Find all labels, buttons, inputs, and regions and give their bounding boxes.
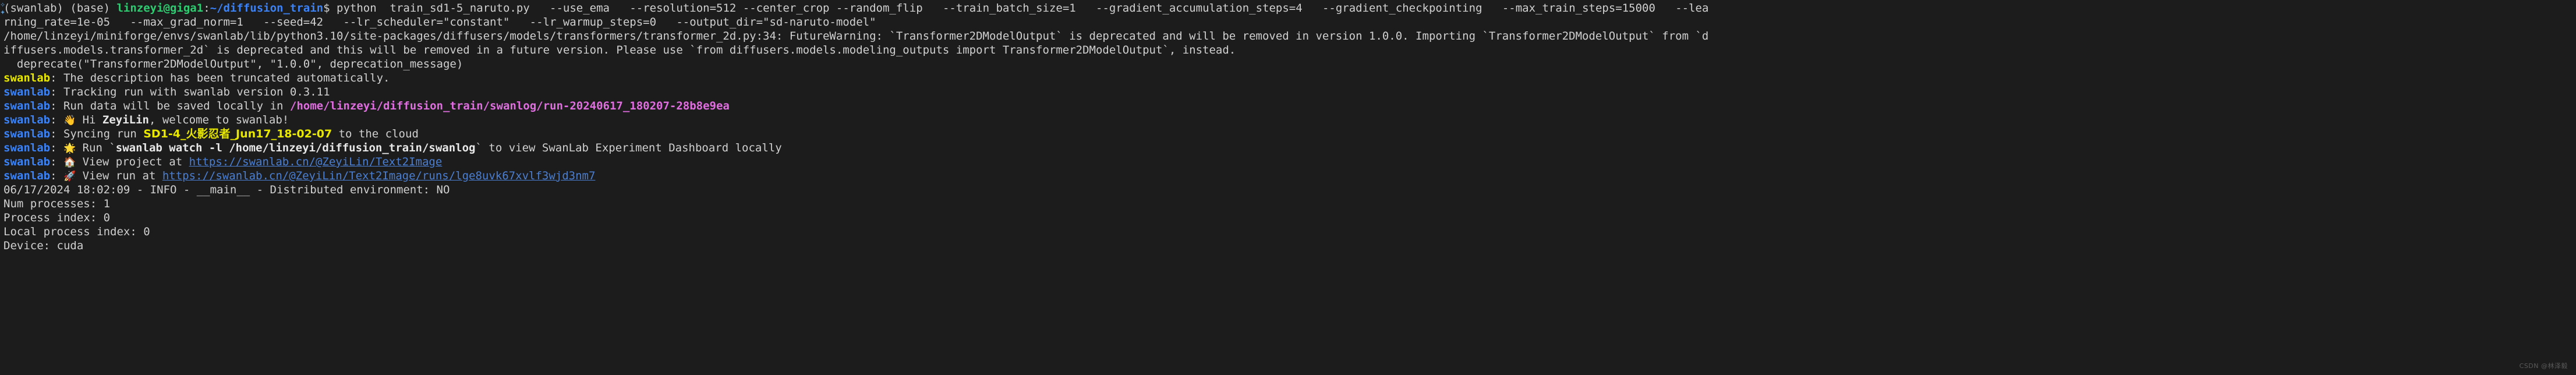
run-url-link[interactable]: https://swanlab.cn/@ZeyiLin/Text2Image/r… bbox=[162, 169, 596, 182]
house-icon: 🏠 bbox=[63, 157, 76, 168]
swanlab-tag: swanlab bbox=[3, 114, 51, 126]
swanlab-tag: swanlab bbox=[3, 141, 51, 154]
num-processes-text: Num processes: 1 bbox=[3, 197, 111, 210]
watermark: CSDN @林泽毅 bbox=[2519, 362, 2568, 370]
terminal-line-swanlab-greeting: swanlab: 👋 Hi ZeyiLin, welcome to swanla… bbox=[3, 114, 289, 126]
swanlab-tag-warning: swanlab bbox=[3, 72, 51, 84]
terminal-line-num-processes: Num processes: 1 bbox=[0, 197, 2576, 211]
terminal-line-warning-continuation: iffusers.models.transformer_2d` is depre… bbox=[0, 43, 2576, 57]
swanlab-tag: swanlab bbox=[3, 86, 51, 98]
terminal-line-swanlab-version: swanlab: Tracking run with swanlab versi… bbox=[0, 85, 2576, 99]
future-warning-text: /home/linzeyi/miniforge/envs/swanlab/lib… bbox=[3, 30, 1709, 43]
warning-continuation-text: iffusers.models.transformer_2d` is depre… bbox=[3, 44, 1236, 56]
terminal-line-local-process-index: Local process index: 0 bbox=[0, 225, 2576, 239]
swanlab-truncated-text: : The description has been truncated aut… bbox=[50, 72, 390, 84]
terminal-line-command-continuation: rning_rate=1e-05 --max_grad_norm=1 --see… bbox=[0, 15, 2576, 29]
star-icon: 🌟 bbox=[63, 143, 76, 154]
conda-env-base: (base) bbox=[70, 2, 117, 15]
prompt-working-directory: ~/diffusion_train bbox=[210, 2, 324, 15]
syncing-suffix: to the cloud bbox=[332, 128, 419, 140]
deprecate-call-text: deprecate("Transformer2DModelOutput", "1… bbox=[3, 58, 463, 70]
terminal-line-swanlab-syncing: swanlab: Syncing run SD1-4_火影忍者_Jun17_18… bbox=[0, 127, 2576, 141]
process-index-text: Process index: 0 bbox=[3, 211, 111, 224]
swanlab-version-text: : Tracking run with swanlab version 0.3.… bbox=[50, 86, 330, 98]
terminal-line-deprecate-call: deprecate("Transformer2DModelOutput", "1… bbox=[0, 57, 2576, 71]
swanlab-local-path-prefix: : Run data will be saved locally in bbox=[50, 100, 290, 112]
terminal-line-swanlab-watch-hint: swanlab: 🌟 Run `swanlab watch -l /home/l… bbox=[3, 141, 782, 154]
device-text: Device: cuda bbox=[3, 239, 84, 252]
terminal-line-view-project: swanlab: 🏠 View project at https://swanl… bbox=[3, 155, 443, 168]
distributed-env-text: 06/17/2024 18:02:09 - INFO - __main__ - … bbox=[3, 183, 450, 196]
syncing-prefix: : Syncing run bbox=[50, 128, 144, 140]
terminal-line-swanlab-truncated: swanlab: The description has been trunca… bbox=[0, 71, 2576, 85]
prompt-dollar-sign: $ bbox=[323, 2, 337, 15]
prompt-colon: : bbox=[203, 2, 210, 15]
view-project-prefix: View project at bbox=[76, 155, 189, 168]
terminal-line-future-warning: /home/linzeyi/miniforge/envs/swanlab/lib… bbox=[0, 29, 2576, 43]
watch-hint-prefix: Run ` bbox=[76, 141, 116, 154]
swanlab-tag: swanlab bbox=[3, 169, 51, 182]
terminal-line-process-index: Process index: 0 bbox=[0, 211, 2576, 225]
swanlab-local-log-path: /home/linzeyi/diffusion_train/swanlog/ru… bbox=[289, 100, 730, 112]
terminal-line-swanlab-local-path: swanlab: Run data will be saved locally … bbox=[0, 99, 2576, 113]
greeting-suffix: , welcome to swanlab! bbox=[148, 114, 289, 126]
conda-env-swanlab: (swanlab) bbox=[3, 2, 70, 15]
terminal-line-view-run: swanlab: 🚀 View run at https://swanlab.c… bbox=[3, 169, 596, 182]
prompt-user-host: linzeyi@giga1 bbox=[116, 2, 204, 15]
swanlab-watch-command: swanlab watch -l /home/linzeyi/diffusion… bbox=[115, 141, 476, 154]
view-run-prefix: View run at bbox=[76, 169, 162, 182]
swanlab-tag: swanlab bbox=[3, 155, 51, 168]
terminal-line-distributed-env: 06/17/2024 18:02:09 - INFO - __main__ - … bbox=[0, 183, 2576, 197]
terminal-line-prompt-command: (swanlab) (base) linzeyi@giga1:~/diffusi… bbox=[0, 1, 2576, 15]
rocket-icon: 🚀 bbox=[63, 171, 76, 182]
command-continuation-text: rning_rate=1e-05 --max_grad_norm=1 --see… bbox=[3, 16, 876, 29]
swanlab-username: ZeyiLin bbox=[102, 114, 149, 126]
terminal-line-device: Device: cuda bbox=[0, 239, 2576, 253]
swanlab-tag: swanlab bbox=[3, 128, 51, 140]
waving-hand-icon: 👋 bbox=[63, 115, 76, 126]
shell-command-text: python train_sd1-5_naruto.py --use_ema -… bbox=[337, 2, 1709, 15]
swanlab-tag: swanlab bbox=[3, 100, 51, 112]
project-url-link[interactable]: https://swanlab.cn/@ZeyiLin/Text2Image bbox=[189, 155, 443, 168]
local-process-index-text: Local process index: 0 bbox=[3, 225, 150, 238]
greeting-prefix: Hi bbox=[76, 114, 102, 126]
terminal-window[interactable]: ✧ ✦ (swanlab) (base) linzeyi@giga1:~/diff… bbox=[0, 0, 2576, 375]
watch-hint-suffix: ` to view SwanLab Experiment Dashboard l… bbox=[475, 141, 782, 154]
swanlab-run-name: SD1-4_火影忍者_Jun17_18-02-07 bbox=[143, 128, 332, 140]
